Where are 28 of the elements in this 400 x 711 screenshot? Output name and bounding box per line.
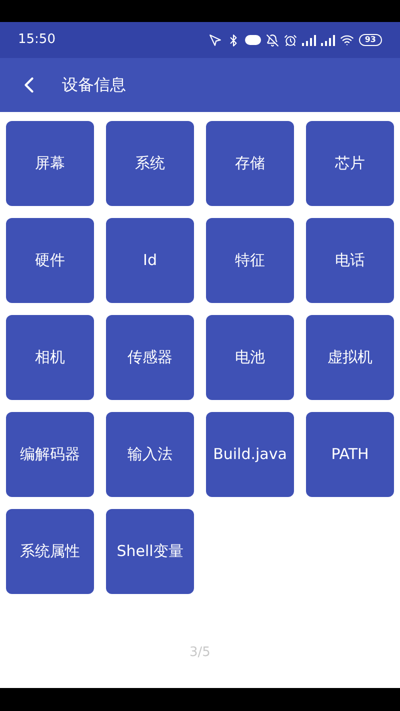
category-tile[interactable]: 屏幕: [6, 121, 94, 206]
category-tile[interactable]: 芯片: [306, 121, 394, 206]
category-tile[interactable]: 系统: [106, 121, 194, 206]
category-tile[interactable]: Shell变量: [106, 509, 194, 594]
wifi-icon: [340, 33, 354, 47]
signal-icon: [320, 34, 335, 46]
category-tile[interactable]: 系统属性: [6, 509, 94, 594]
category-tile[interactable]: Build.java: [206, 412, 294, 497]
category-tile[interactable]: 硬件: [6, 218, 94, 303]
category-tile[interactable]: 电池: [206, 315, 294, 400]
category-tile[interactable]: 相机: [6, 315, 94, 400]
category-tile[interactable]: 传感器: [106, 315, 194, 400]
category-tile[interactable]: 编解码器: [6, 412, 94, 497]
category-tile[interactable]: Id: [106, 218, 194, 303]
bell-off-icon: [266, 34, 279, 46]
category-tile[interactable]: 存储: [206, 121, 294, 206]
category-tile[interactable]: PATH: [306, 412, 394, 497]
app-bar-title: 设备信息: [62, 74, 126, 96]
category-tile[interactable]: 输入法: [106, 412, 194, 497]
capsule-icon: [244, 35, 261, 45]
category-tile[interactable]: 虚拟机: [306, 315, 394, 400]
category-tile[interactable]: 特征: [206, 218, 294, 303]
alarm-icon: [284, 34, 297, 46]
category-tile[interactable]: 电话: [306, 218, 394, 303]
status-time: 15:50: [18, 31, 56, 50]
battery-icon: 93: [358, 34, 382, 46]
signal-icon: [302, 34, 316, 46]
location-icon: [208, 34, 222, 46]
